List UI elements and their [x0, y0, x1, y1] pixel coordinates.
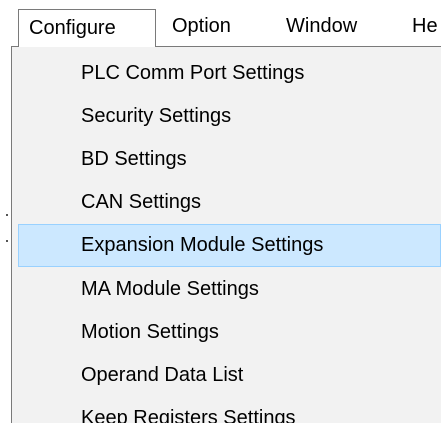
window-left-edge	[0, 44, 11, 423]
menu-item-motion-settings[interactable]: Motion Settings	[18, 311, 441, 354]
menu-item-can-settings[interactable]: CAN Settings	[18, 181, 441, 224]
menu-item-label: Expansion Module Settings	[81, 234, 324, 256]
menu-item-ma-module-settings[interactable]: MA Module Settings	[18, 268, 441, 311]
menu-item-label: Operand Data List	[81, 364, 244, 386]
menu-item-label: CAN Settings	[81, 191, 202, 213]
menu-item-label: BD Settings	[81, 148, 187, 170]
menu-item-plc-comm-port-settings[interactable]: PLC Comm Port Settings	[18, 52, 441, 95]
menu-item-security-settings[interactable]: Security Settings	[18, 95, 441, 138]
edge-mark	[6, 240, 8, 242]
menu-window[interactable]: Window	[286, 9, 357, 44]
edge-mark	[6, 214, 8, 216]
menu-item-label: PLC Comm Port Settings	[81, 62, 305, 84]
menu-item-expansion-module-settings[interactable]: Expansion Module Settings	[18, 224, 441, 267]
menu-item-bd-settings[interactable]: BD Settings	[18, 138, 441, 181]
menu-item-operand-data-list[interactable]: Operand Data List	[18, 354, 441, 397]
menu-item-label: Motion Settings	[81, 321, 219, 343]
menu-help[interactable]: He	[412, 9, 438, 44]
menu-item-label: Keep Registers Settings	[81, 407, 296, 423]
application-screen: Configure Option Window He PLC Comm Port…	[0, 0, 441, 423]
menu-bar: Configure Option Window He	[0, 0, 441, 47]
menu-item-keep-registers-settings[interactable]: Keep Registers Settings	[18, 397, 441, 423]
menu-item-label: MA Module Settings	[81, 278, 259, 300]
menu-option[interactable]: Option	[172, 9, 231, 44]
menu-item-label: Security Settings	[81, 105, 232, 127]
menu-configure[interactable]: Configure	[18, 9, 156, 47]
